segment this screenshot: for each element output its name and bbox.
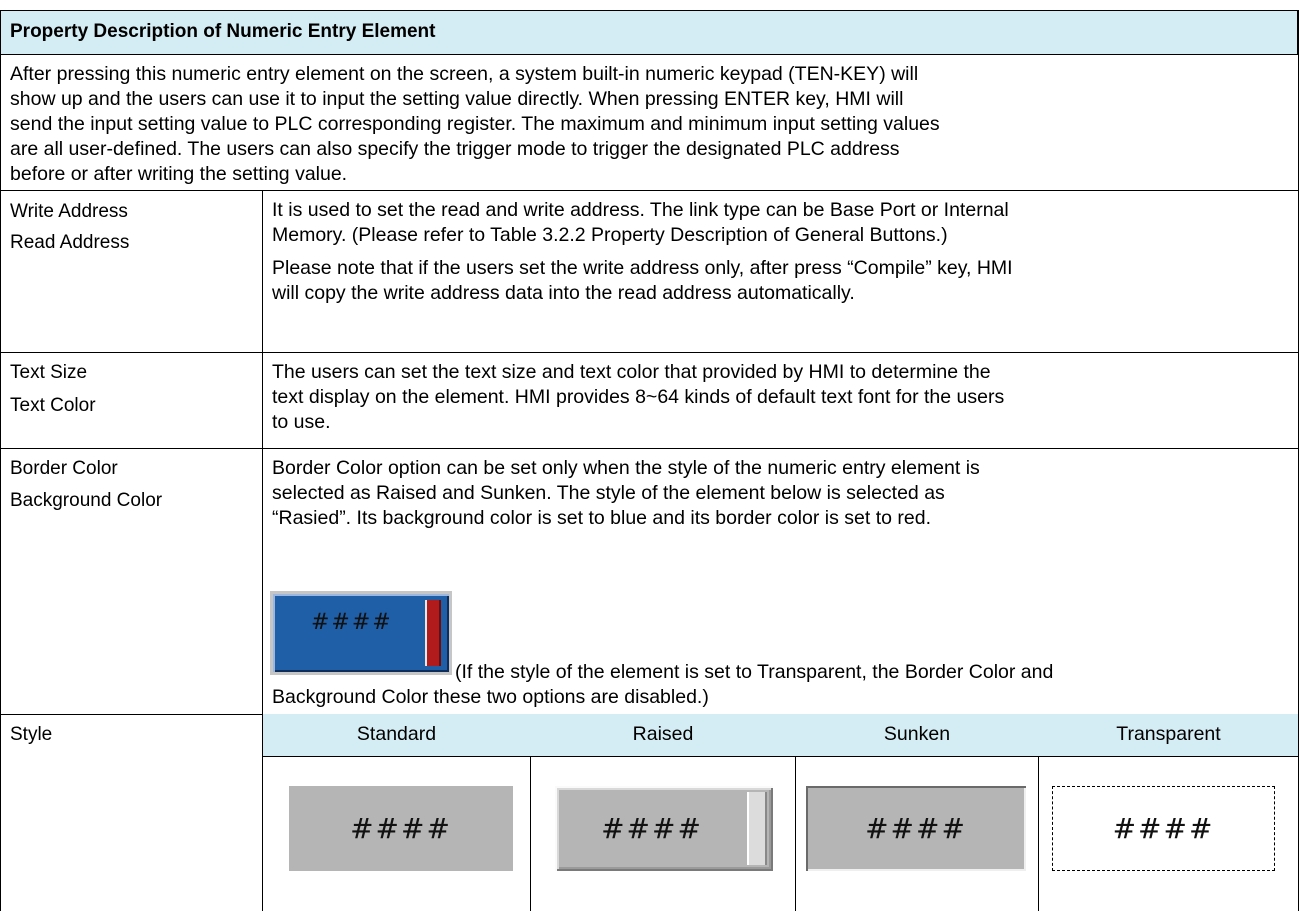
description-line: are all user-defined. The users can also… [10, 138, 900, 160]
text-line: Memory. (Please refer to Table 3.2.2 Pro… [272, 224, 948, 246]
row-divider [0, 352, 1299, 353]
table-border-right [1298, 10, 1299, 911]
style-header-divider [262, 756, 1299, 757]
example-text: #### [311, 610, 393, 635]
label-read-address: Read Address [10, 232, 130, 253]
label-style: Style [10, 724, 53, 745]
text-line: “Rasied”. Its background color is set to… [272, 507, 931, 529]
text-line: Border Color option can be set only when… [272, 457, 980, 479]
description-line: before or after writing the setting valu… [10, 163, 348, 185]
row-divider [0, 448, 1299, 449]
column-divider [262, 190, 263, 911]
sample-standard: #### [289, 786, 513, 871]
transparent-note-line: Background Color these two options are d… [272, 686, 709, 708]
raised-example-element: #### [273, 594, 449, 672]
description-line: show up and the users can use it to inpu… [10, 88, 904, 110]
sample-raised: #### [555, 786, 773, 871]
description: After pressing this numeric entry elemen… [10, 62, 1295, 187]
sample-sunken: #### [806, 786, 1026, 871]
text-line: Please note that if the users set the wr… [272, 257, 1013, 279]
label-border-color: Border Color [10, 458, 118, 479]
text-line: will copy the write address data into th… [272, 282, 855, 304]
table-title: Property Description of Numeric Entry El… [10, 21, 436, 42]
description-line: send the input setting value to PLC corr… [10, 113, 940, 135]
text-line: The users can set the text size and text… [272, 361, 991, 383]
text-line: selected as Raised and Sunken. The style… [272, 482, 945, 504]
text-description: The users can set the text size and text… [272, 360, 1294, 435]
address-description: It is used to set the read and write add… [272, 198, 1294, 306]
column-sunken: Sunken [883, 723, 951, 745]
sample-transparent: #### [1052, 786, 1275, 871]
label-write-address: Write Address [10, 201, 128, 222]
table-border-left [0, 10, 1, 911]
label-text-size: Text Size [10, 362, 88, 383]
text-line: It is used to set the read and write add… [272, 199, 1009, 221]
sample-raised-bar [747, 792, 767, 865]
column-transparent: Transparent [1116, 723, 1221, 745]
text-line: to use. [272, 411, 331, 433]
label-text-color: Text Color [10, 395, 96, 416]
label-background-color: Background Color [10, 490, 163, 511]
column-raised: Raised [632, 723, 694, 745]
transparent-note-line: (If the style of the element is set to T… [455, 661, 1054, 683]
column-standard: Standard [356, 723, 437, 745]
row-divider [0, 190, 1299, 191]
text-line: text display on the element. HMI provide… [272, 386, 1005, 408]
example-border-bar [425, 600, 441, 666]
description-line: After pressing this numeric entry elemen… [10, 63, 919, 85]
color-description: Border Color option can be set only when… [272, 456, 1294, 531]
property-table: Property Description of Numeric Entry El… [0, 0, 1300, 911]
sample-raised-text: #### [601, 812, 703, 845]
